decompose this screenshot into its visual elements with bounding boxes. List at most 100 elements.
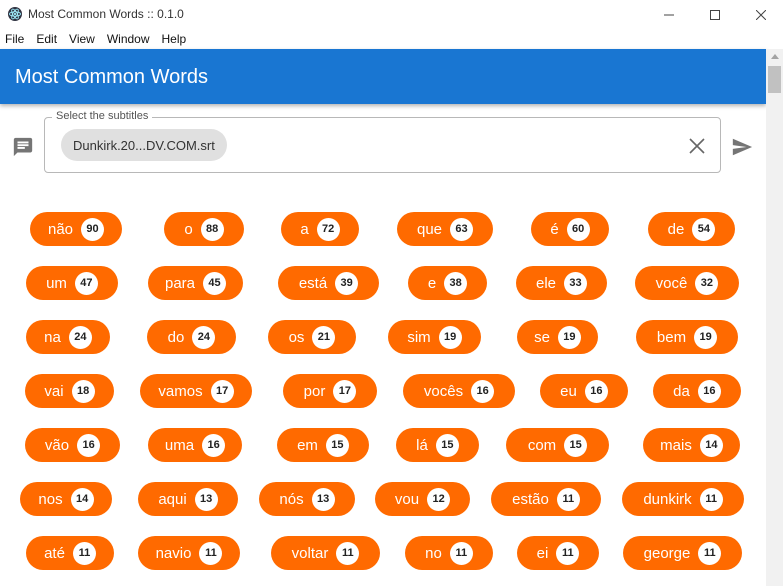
word-chip[interactable]: no 11 (405, 536, 493, 570)
word-chip[interactable]: sim 19 (388, 320, 481, 354)
scroll-thumb[interactable] (768, 66, 781, 93)
minimize-icon (664, 14, 674, 15)
word-label: mais (660, 436, 692, 454)
word-chip[interactable]: voltar 11 (271, 536, 380, 570)
word-chip[interactable]: você 32 (635, 266, 739, 300)
menu-edit[interactable]: Edit (30, 32, 63, 46)
word-label: com (527, 436, 557, 454)
word-chip[interactable]: para 45 (148, 266, 243, 300)
word-chip[interactable]: ei 11 (517, 536, 599, 570)
word-label: vocês (423, 382, 464, 400)
word-label: aqui (158, 490, 187, 508)
word-chip[interactable]: é 60 (531, 212, 609, 246)
menu-view[interactable]: View (63, 32, 101, 46)
word-chip[interactable]: de 54 (648, 212, 735, 246)
word-chip[interactable]: navio 11 (138, 536, 240, 570)
word-label: um (46, 274, 67, 292)
word-chip[interactable]: e 38 (408, 266, 487, 300)
word-chip[interactable]: na 24 (26, 320, 110, 354)
word-chip[interactable]: está 39 (278, 266, 379, 300)
word-label: é (550, 220, 559, 238)
word-count: 33 (564, 271, 588, 295)
word-chip[interactable]: vou 12 (375, 482, 470, 516)
word-count: 19 (557, 325, 581, 349)
word-chip[interactable]: do 24 (147, 320, 236, 354)
word-chip[interactable]: mais 14 (643, 428, 740, 462)
word-chip[interactable]: que 63 (397, 212, 493, 246)
word-label: ele (535, 274, 557, 292)
word-chip[interactable]: por 17 (283, 374, 377, 408)
word-label: sim (407, 328, 431, 346)
word-chip[interactable]: em 15 (277, 428, 369, 462)
word-chip[interactable]: os 21 (268, 320, 356, 354)
electron-app-icon (8, 7, 22, 21)
word-chip[interactable]: estão 11 (491, 482, 601, 516)
window-title: Most Common Words :: 0.1.0 (28, 7, 184, 21)
word-count: 19 (438, 325, 462, 349)
word-chip[interactable]: ele 33 (516, 266, 607, 300)
word-count: 17 (333, 379, 357, 403)
word-count: 12 (427, 487, 451, 511)
send-button[interactable] (729, 135, 755, 159)
word-chip[interactable]: uma 16 (148, 428, 242, 462)
close-button[interactable] (738, 0, 783, 29)
word-label: vamos (158, 382, 203, 400)
word-count: 14 (70, 487, 94, 511)
page-title: Most Common Words (15, 66, 209, 88)
word-chip[interactable]: george 11 (623, 536, 742, 570)
word-chip[interactable]: nós 13 (259, 482, 355, 516)
word-count: 14 (699, 433, 723, 457)
word-chip[interactable]: lá 15 (396, 428, 479, 462)
menu-file[interactable]: File (0, 32, 30, 46)
word-chip[interactable]: se 19 (517, 320, 598, 354)
word-chip[interactable]: com 15 (506, 428, 609, 462)
word-label: de (667, 220, 685, 238)
word-chip[interactable]: vai 18 (25, 374, 114, 408)
word-chip[interactable]: o 88 (164, 212, 244, 246)
word-label: do (167, 328, 185, 346)
word-label: os (288, 328, 305, 346)
word-chip[interactable]: dunkirk 11 (622, 482, 744, 516)
arrow-up-icon (770, 54, 779, 59)
vertical-scrollbar[interactable] (766, 49, 783, 586)
word-label: vai (44, 382, 64, 400)
word-count: 47 (74, 271, 98, 295)
minimize-button[interactable] (646, 0, 692, 29)
word-label: george (643, 544, 691, 562)
word-count: 45 (203, 271, 227, 295)
word-count: 16 (697, 379, 721, 403)
word-count: 21 (312, 325, 336, 349)
word-count: 39 (335, 271, 359, 295)
subtitle-select-label: Select the subtitles (52, 110, 153, 122)
maximize-button[interactable] (692, 0, 738, 29)
word-chip[interactable]: nos 14 (20, 482, 112, 516)
word-label: e (427, 274, 437, 292)
word-chip[interactable]: vamos 17 (140, 374, 252, 408)
word-count: 54 (692, 217, 716, 241)
scroll-up-button[interactable] (766, 49, 783, 64)
menu-window[interactable]: Window (101, 32, 156, 46)
word-label: até (44, 544, 65, 562)
maximize-icon (710, 9, 720, 20)
word-chip[interactable]: da 16 (653, 374, 741, 408)
word-label: nos (38, 490, 63, 508)
menu-help[interactable]: Help (156, 32, 193, 46)
clear-selection-button[interactable] (686, 135, 708, 157)
word-chip[interactable]: aqui 13 (138, 482, 238, 516)
word-count: 18 (71, 379, 95, 403)
word-count: 16 (77, 433, 101, 457)
word-chip[interactable]: a 72 (281, 212, 359, 246)
word-chip[interactable]: até 11 (26, 536, 114, 570)
word-chip[interactable]: um 47 (26, 266, 118, 300)
word-count: 11 (556, 487, 580, 511)
word-label: em (297, 436, 318, 454)
word-label: da (673, 382, 690, 400)
word-chip[interactable]: bem 19 (636, 320, 738, 354)
word-chip[interactable]: vão 16 (25, 428, 120, 462)
word-chip[interactable]: vocês 16 (403, 374, 515, 408)
word-count: 19 (694, 325, 718, 349)
selected-file-chip[interactable]: Dunkirk.20...DV.COM.srt (61, 129, 227, 161)
word-chip[interactable]: não 90 (30, 212, 122, 246)
word-count: 11 (556, 541, 580, 565)
word-chip[interactable]: eu 16 (540, 374, 628, 408)
